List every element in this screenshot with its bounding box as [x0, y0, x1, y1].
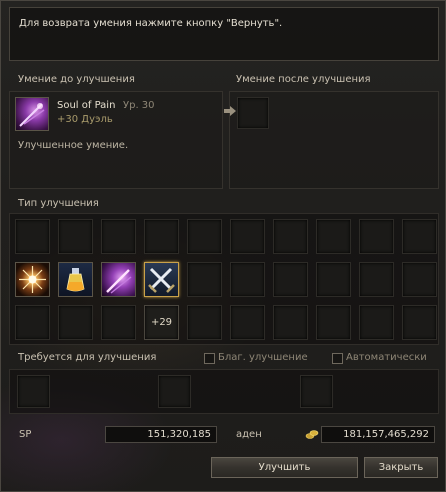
- adena-label: аден: [236, 429, 262, 440]
- auto-enchant-checkbox[interactable]: [332, 353, 343, 364]
- enchant-type-header: Тип улучшения: [18, 198, 99, 209]
- enchant-level-slot[interactable]: +29: [144, 305, 179, 340]
- enchant-slot[interactable]: [359, 305, 394, 340]
- close-button[interactable]: Закрыть: [364, 457, 438, 478]
- crossed-swords-icon[interactable]: [144, 262, 179, 297]
- enchant-slot[interactable]: [402, 262, 437, 297]
- starburst-icon[interactable]: [15, 262, 50, 297]
- enchant-slot[interactable]: [230, 262, 265, 297]
- skill-after-slot[interactable]: [237, 97, 269, 129]
- enchant-slot[interactable]: [402, 219, 437, 254]
- requirement-slot[interactable]: [300, 375, 333, 408]
- enchant-slot[interactable]: [273, 262, 308, 297]
- skill-level: Ур. 30: [123, 100, 155, 111]
- enchant-status: Улучшенное умение.: [18, 140, 129, 151]
- enchant-slot[interactable]: [273, 305, 308, 340]
- enchant-level-badge: +29: [150, 317, 173, 328]
- enchant-slot[interactable]: [101, 219, 136, 254]
- enchant-slot[interactable]: [316, 262, 351, 297]
- requirements-panel: [9, 369, 439, 414]
- purple-sword-icon[interactable]: [101, 262, 136, 297]
- skill-before-panel: Soul of Pain Ур. 30 +30 Дуэль Улучшенное…: [9, 91, 223, 189]
- skill-after-panel: [224, 91, 439, 189]
- auto-enchant-label: Автоматически: [346, 352, 427, 363]
- enchant-slot[interactable]: [58, 305, 93, 340]
- requirements-header: Требуется для улучшения: [18, 352, 157, 363]
- enchant-slot[interactable]: [187, 219, 222, 254]
- message-text: Для возврата умения нажмите кнопку "Верн…: [19, 18, 283, 29]
- enchant-button[interactable]: Улучшить: [211, 457, 358, 478]
- message-box: Для возврата умения нажмите кнопку "Верн…: [9, 7, 439, 61]
- coins-icon: [305, 428, 319, 440]
- enchant-slot[interactable]: [101, 305, 136, 340]
- enchant-slot[interactable]: [316, 305, 351, 340]
- enchant-slot[interactable]: [359, 262, 394, 297]
- potion-icon[interactable]: [58, 262, 93, 297]
- blessed-enchant-label: Благ. улучшение: [218, 352, 308, 363]
- after-header: Умение после улучшения: [236, 74, 371, 85]
- enchant-slot[interactable]: [316, 219, 351, 254]
- enchant-slot[interactable]: [15, 305, 50, 340]
- enchant-slot[interactable]: [187, 305, 222, 340]
- skill-enchant-route: +30 Дуэль: [57, 114, 113, 125]
- enchant-slot[interactable]: [273, 219, 308, 254]
- skill-enchant-window: Для возврата умения нажмите кнопку "Верн…: [0, 0, 446, 492]
- requirement-slot[interactable]: [158, 375, 191, 408]
- requirement-slot[interactable]: [17, 375, 50, 408]
- blessed-enchant-checkbox[interactable]: [204, 353, 215, 364]
- enchant-slot[interactable]: [402, 305, 437, 340]
- enchant-slot[interactable]: [58, 219, 93, 254]
- enchant-slot[interactable]: [187, 262, 222, 297]
- enchant-type-grid: +29: [9, 213, 439, 345]
- enchant-slot[interactable]: [144, 219, 179, 254]
- adena-value: 181,157,465,292: [321, 426, 435, 443]
- skill-name: Soul of Pain: [57, 100, 116, 111]
- enchant-slot[interactable]: [359, 219, 394, 254]
- soul-of-pain-icon[interactable]: [15, 97, 49, 131]
- enchant-slot[interactable]: [15, 219, 50, 254]
- sp-value: 151,320,185: [105, 426, 217, 443]
- sp-label: SP: [19, 429, 32, 440]
- before-header: Умение до улучшения: [18, 74, 135, 85]
- enchant-slot[interactable]: [230, 219, 265, 254]
- arrow-right-icon: [224, 106, 236, 116]
- enchant-slot[interactable]: [230, 305, 265, 340]
